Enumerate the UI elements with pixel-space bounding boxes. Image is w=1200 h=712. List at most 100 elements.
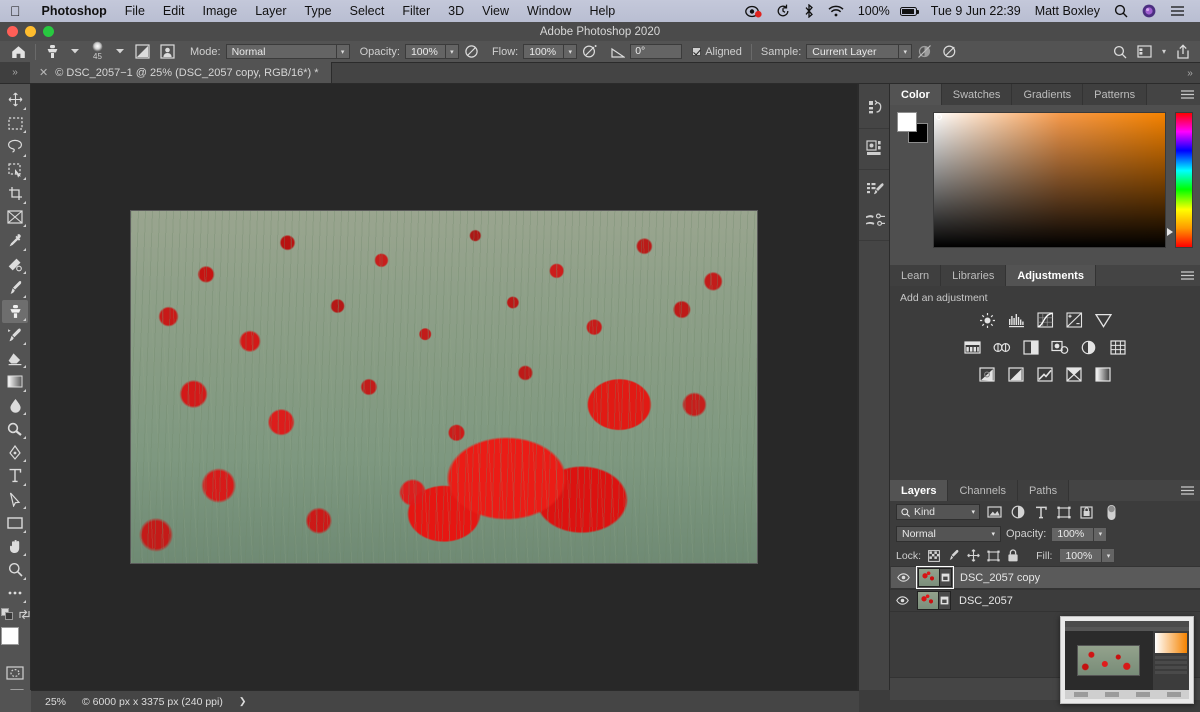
quick-mask-icon[interactable]: [2, 661, 28, 685]
minimize-window-button[interactable]: [25, 26, 36, 37]
crop-tool[interactable]: [2, 182, 28, 206]
tab-swatches[interactable]: Swatches: [941, 84, 1013, 105]
posterize-adjustment-icon[interactable]: [1007, 365, 1025, 383]
document-image-poppy-field[interactable]: [130, 210, 758, 564]
menu-view[interactable]: View: [473, 4, 518, 18]
blur-tool[interactable]: [2, 394, 28, 418]
ignore-adjustment-layers-icon[interactable]: [912, 41, 937, 63]
wifi-icon[interactable]: [821, 5, 851, 17]
menu-file[interactable]: File: [116, 4, 154, 18]
zoom-window-button[interactable]: [43, 26, 54, 37]
screenshot-thumbnail-preview[interactable]: [1060, 616, 1194, 704]
selective-color-adjustment-icon[interactable]: [1065, 365, 1083, 383]
history-brush-tool[interactable]: [2, 323, 28, 347]
default-colors-icon[interactable]: [0, 608, 13, 620]
spotlight-search-icon[interactable]: [1107, 4, 1135, 18]
threshold-adjustment-icon[interactable]: [1036, 365, 1054, 383]
rectangular-marquee-tool[interactable]: [2, 112, 28, 136]
frame-tool[interactable]: [2, 206, 28, 230]
expand-panels-right-grip[interactable]: »: [1180, 68, 1200, 83]
brush-preset-caret[interactable]: [110, 41, 130, 63]
filter-adjustment-layers-icon[interactable]: [1009, 504, 1026, 521]
clone-stamp-preset-caret[interactable]: [65, 41, 85, 63]
lock-transparent-pixels-icon[interactable]: [928, 549, 941, 562]
tablet-pressure-size-icon[interactable]: [937, 41, 963, 63]
panel-menu-icon[interactable]: [1174, 84, 1200, 105]
filter-toggle-switch[interactable]: [1103, 504, 1120, 521]
tab-gradients[interactable]: Gradients: [1012, 84, 1084, 105]
filter-smart-objects-icon[interactable]: [1078, 504, 1095, 521]
angle-input[interactable]: 0°: [630, 44, 683, 59]
expand-panels-left-grip[interactable]: »: [0, 62, 30, 83]
path-selection-tool[interactable]: [2, 488, 28, 512]
screen-record-icon[interactable]: [738, 5, 769, 18]
layer-filter-kind-select[interactable]: Kind ▾: [896, 504, 980, 520]
menu-help[interactable]: Help: [580, 4, 624, 18]
share-icon[interactable]: [1176, 44, 1190, 59]
brightness-contrast-adjustment-icon[interactable]: [978, 311, 996, 329]
clone-stamp-icon[interactable]: [40, 41, 65, 63]
document-tab[interactable]: ✕ © DSC_2057−1 @ 25% (DSC_2057 copy, RGB…: [30, 62, 332, 83]
layer-fill-input[interactable]: 100% ▾: [1059, 548, 1116, 563]
tab-color[interactable]: Color: [890, 84, 942, 105]
vibrance-adjustment-icon[interactable]: [1094, 311, 1112, 329]
color-lookup-adjustment-icon[interactable]: [1109, 338, 1127, 356]
time-machine-icon[interactable]: [769, 4, 797, 18]
layer-blend-mode-select[interactable]: Normal ▾: [896, 526, 1001, 542]
lock-all-icon[interactable]: [1007, 549, 1019, 562]
photo-filter-adjustment-icon[interactable]: [1050, 338, 1069, 356]
table-row[interactable]: DSC_2057 copy: [890, 566, 1200, 589]
eye-icon[interactable]: [896, 596, 909, 605]
canvas-area[interactable]: [31, 84, 858, 690]
menu-3d[interactable]: 3D: [439, 4, 473, 18]
panel-menu-icon[interactable]: [1174, 265, 1200, 286]
toggle-clone-source-icon[interactable]: [155, 41, 180, 63]
sample-select[interactable]: Current Layer ▾: [806, 44, 913, 59]
channel-mixer-adjustment-icon[interactable]: [1080, 338, 1098, 356]
tab-layers[interactable]: Layers: [890, 480, 949, 501]
bluetooth-icon[interactable]: [797, 4, 821, 18]
history-panel-icon[interactable]: [859, 92, 891, 122]
menu-layer[interactable]: Layer: [246, 4, 295, 18]
swap-colors-icon[interactable]: [18, 609, 30, 620]
layer-opacity-input[interactable]: 100% ▾: [1051, 526, 1108, 542]
brush-preset-icon[interactable]: 45: [85, 41, 110, 63]
menu-window[interactable]: Window: [518, 4, 580, 18]
zoom-tool[interactable]: [2, 558, 28, 582]
exposure-adjustment-icon[interactable]: [1065, 311, 1083, 329]
chevron-down-icon[interactable]: ▾: [1162, 47, 1166, 56]
search-icon[interactable]: [1113, 45, 1127, 59]
layer-thumbnail[interactable]: [917, 591, 951, 610]
toggle-brush-panel-icon[interactable]: [130, 41, 155, 63]
lock-artboard-nesting-icon[interactable]: [987, 550, 1000, 562]
gradient-map-adjustment-icon[interactable]: [1094, 365, 1112, 383]
menu-filter[interactable]: Filter: [393, 4, 439, 18]
pen-tool[interactable]: [2, 441, 28, 465]
airbrush-icon[interactable]: [577, 41, 603, 63]
clone-stamp-tool[interactable]: [2, 299, 28, 323]
menu-type[interactable]: Type: [296, 4, 341, 18]
aligned-checkbox[interactable]: Aligned: [682, 41, 747, 63]
dodge-tool[interactable]: [2, 417, 28, 441]
black-white-adjustment-icon[interactable]: [1022, 338, 1040, 356]
flow-input[interactable]: 100% ▾: [523, 44, 578, 59]
levels-adjustment-icon[interactable]: [1007, 311, 1025, 329]
move-tool[interactable]: [2, 88, 28, 112]
brushes-panel-icon[interactable]: [859, 204, 891, 234]
curves-adjustment-icon[interactable]: [1036, 311, 1054, 329]
filter-type-layers-icon[interactable]: [1032, 504, 1049, 521]
object-selection-tool[interactable]: [2, 159, 28, 183]
hue-saturation-adjustment-icon[interactable]: [964, 338, 982, 356]
apple-icon[interactable]: : [0, 4, 33, 18]
eye-icon[interactable]: [897, 573, 910, 582]
close-icon[interactable]: ✕: [39, 66, 48, 79]
foreground-background-color-swatches[interactable]: [1, 627, 29, 655]
pressure-opacity-icon[interactable]: [459, 41, 484, 63]
table-row[interactable]: DSC_2057: [890, 589, 1200, 612]
workspace-icon[interactable]: [1137, 45, 1152, 58]
control-center-icon[interactable]: [1163, 5, 1192, 17]
menu-image[interactable]: Image: [193, 4, 246, 18]
brush-tool[interactable]: [2, 276, 28, 300]
tab-learn[interactable]: Learn: [890, 265, 942, 286]
tab-paths[interactable]: Paths: [1017, 480, 1070, 501]
